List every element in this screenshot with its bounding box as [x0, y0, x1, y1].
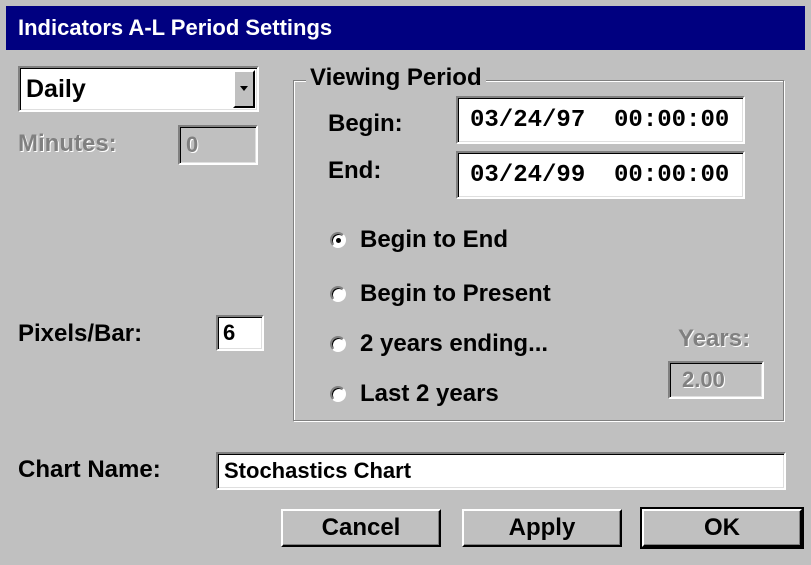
radio-begin-to-present[interactable]: Begin to Present	[330, 280, 551, 308]
pixels-per-bar-value: 6	[223, 320, 236, 345]
years-input: 2.00	[668, 361, 764, 399]
radio-label: Last 2 years	[360, 380, 499, 407]
radio-last-years[interactable]: Last 2 years	[330, 380, 499, 408]
apply-button[interactable]: Apply	[462, 509, 622, 547]
chevron-down-icon	[240, 86, 248, 91]
radio-years-ending[interactable]: 2 years ending...	[330, 330, 548, 358]
chart-name-label: Chart Name:	[18, 456, 161, 483]
radio-label: 2 years ending...	[360, 330, 549, 357]
minutes-label: Minutes:	[18, 130, 117, 157]
viewing-period-label: Viewing Period	[306, 64, 486, 92]
pixels-per-bar-input[interactable]: 6	[216, 315, 264, 351]
radio-button-icon	[330, 386, 346, 402]
end-date-input[interactable]: 03/24/99 00:00:00	[456, 151, 745, 199]
end-date-value: 03/24/99 00:00:00	[470, 161, 730, 189]
chart-name-value: Stochastics Chart	[224, 458, 412, 483]
begin-label: Begin:	[328, 110, 403, 137]
ok-button[interactable]: OK	[640, 507, 804, 549]
radio-button-icon	[330, 336, 346, 352]
begin-date-value: 03/24/97 00:00:00	[470, 106, 730, 134]
combo-dropdown-arrow[interactable]	[233, 70, 255, 108]
radio-button-icon	[330, 232, 346, 248]
pixels-per-bar-label: Pixels/Bar:	[18, 320, 143, 347]
years-value: 2.00	[682, 367, 725, 392]
period-type-value: Daily	[26, 74, 86, 103]
minutes-value: 0	[186, 132, 199, 157]
radio-label: Begin to Present	[360, 280, 551, 307]
cancel-button[interactable]: Cancel	[281, 509, 441, 547]
period-settings-dialog: Indicators A-L Period Settings Daily Min…	[0, 0, 811, 565]
period-type-combobox[interactable]: Daily	[18, 66, 259, 112]
radio-button-icon	[330, 286, 346, 302]
chart-name-input[interactable]: Stochastics Chart	[216, 452, 786, 490]
minutes-input: 0	[178, 125, 258, 165]
years-label: Years:	[678, 325, 751, 352]
begin-date-input[interactable]: 03/24/97 00:00:00	[456, 96, 745, 144]
window-title: Indicators A-L Period Settings	[6, 6, 805, 50]
radio-label: Begin to End	[360, 226, 508, 253]
radio-begin-to-end[interactable]: Begin to End	[330, 226, 508, 254]
end-label: End:	[328, 157, 382, 184]
